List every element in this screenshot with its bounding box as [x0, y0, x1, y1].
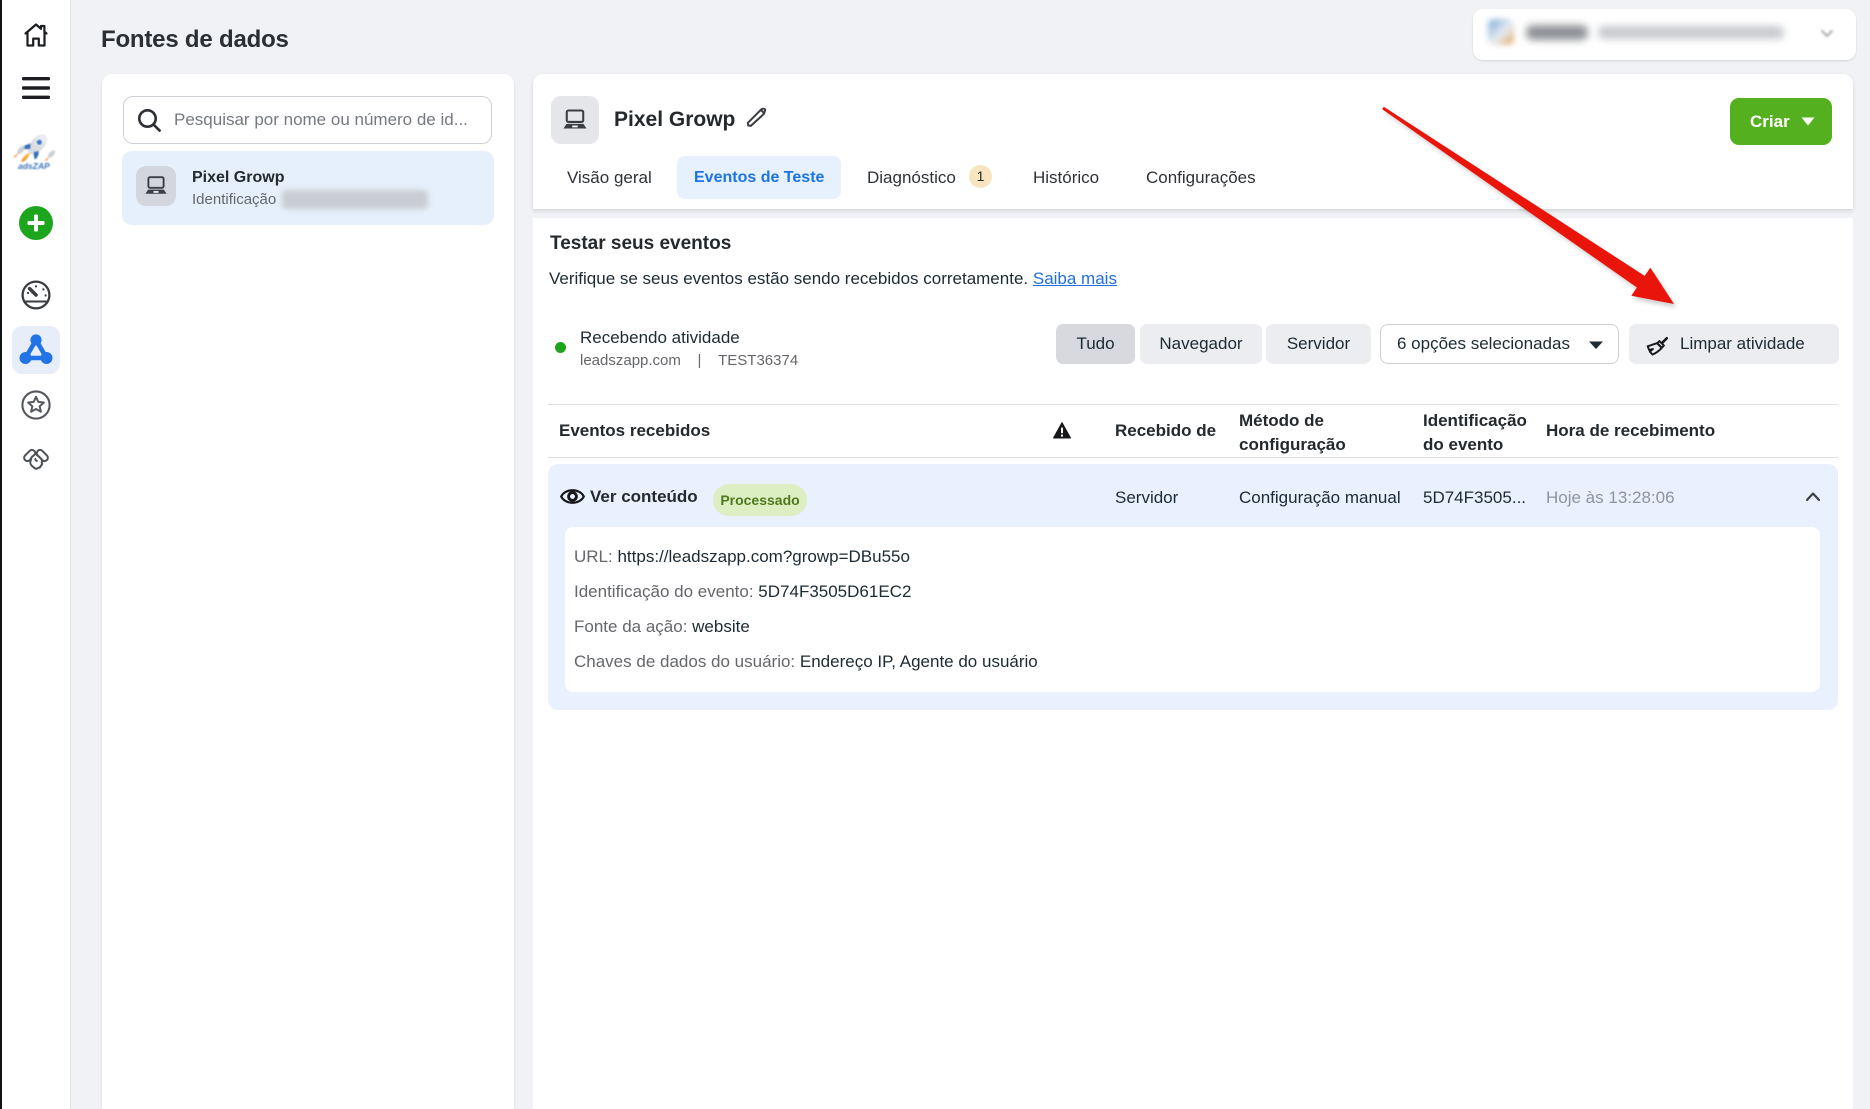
- svg-text:adsZAP: adsZAP: [18, 161, 50, 171]
